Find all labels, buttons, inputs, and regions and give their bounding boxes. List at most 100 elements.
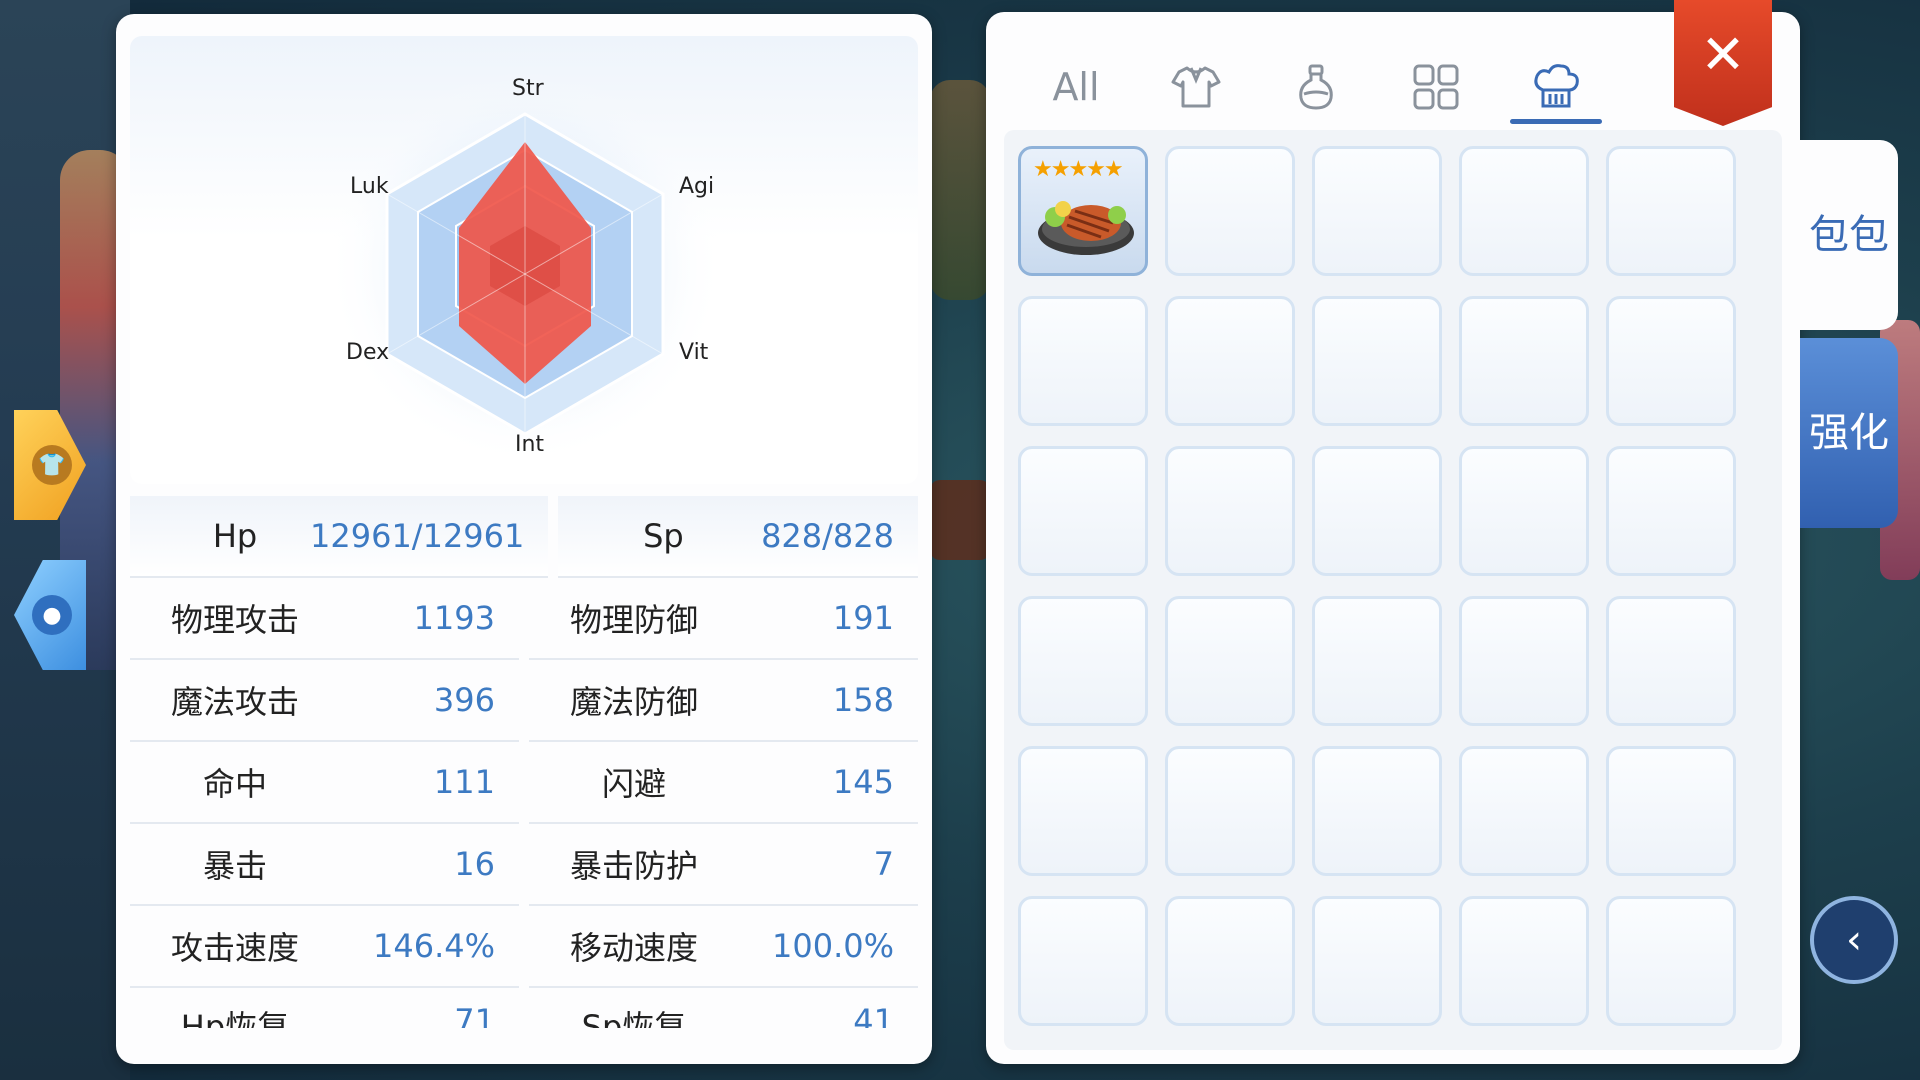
person-icon: ● [32, 595, 72, 635]
stat-value: 111 [433, 763, 495, 801]
stat-label: 物理防御 [569, 601, 698, 639]
back-button[interactable]: ‹ [1810, 896, 1898, 984]
inventory-slot-empty[interactable] [1312, 746, 1442, 876]
inventory-slot-empty[interactable] [1165, 146, 1295, 276]
stat-row: 魔法攻击 396 魔法防御 158 [130, 660, 918, 742]
inventory-slot-empty[interactable] [1459, 146, 1589, 276]
hp-sp-row: Hp 12961/12961 Sp 828/828 [130, 496, 918, 578]
stat-value: 145 [832, 763, 894, 801]
stat-label: Sp恢复 [581, 1008, 687, 1028]
stat-label: 闪避 [601, 765, 666, 803]
inventory-slot-empty[interactable] [1459, 446, 1589, 576]
tab-all[interactable]: All [1016, 52, 1136, 122]
tab-cooking[interactable] [1496, 52, 1616, 124]
inventory-slot-empty[interactable] [1018, 596, 1148, 726]
inventory-grid: ★★★★★ [1018, 146, 1736, 1026]
stat-label: 暴击 [202, 847, 267, 885]
inventory-slot-empty[interactable] [1606, 296, 1736, 426]
stat-label: 物理攻击 [170, 601, 299, 639]
side-tab-bag[interactable]: 包包 [1800, 140, 1898, 330]
inventory-slot-empty[interactable] [1018, 296, 1148, 426]
stat-value: 7 [873, 845, 894, 883]
shirt-icon [1171, 66, 1221, 108]
sp-label: Sp [643, 517, 684, 555]
stat-value: 71 [454, 1002, 495, 1028]
radar-label-int: Int [515, 432, 545, 457]
inventory-slot-empty[interactable] [1165, 896, 1295, 1026]
inventory-slot-empty[interactable] [1165, 596, 1295, 726]
shirt-icon: 👕 [32, 445, 72, 485]
inventory-slot-empty[interactable] [1312, 896, 1442, 1026]
inventory-slot-empty[interactable] [1165, 296, 1295, 426]
inventory-grid-area: ★★★★★ [1004, 130, 1782, 1050]
stat-label: 移动速度 [569, 929, 698, 967]
inventory-slot-empty[interactable] [1312, 296, 1442, 426]
close-button[interactable]: ✕ [1674, 0, 1772, 126]
radar-label-agi: Agi [679, 174, 715, 199]
stat-row-partial: Hp恢复 71 Sp恢复 41 [130, 988, 918, 1028]
stat-value: 396 [433, 681, 495, 719]
stat-row: 攻击速度 146.4% 移动速度 100.0% [130, 906, 918, 988]
inventory-slot-steak[interactable]: ★★★★★ [1018, 146, 1148, 276]
inventory-slot-empty[interactable] [1018, 446, 1148, 576]
sp-cell: Sp 828/828 [558, 496, 918, 578]
hp-value: 12961/12961 [310, 517, 525, 555]
background-npc [930, 80, 990, 300]
stat-row: 物理攻击 1193 物理防御 191 [130, 578, 918, 660]
chef-hat-icon [1534, 64, 1579, 108]
close-icon: ✕ [1700, 22, 1746, 86]
stat-row: 命中 111 闪避 145 [130, 742, 918, 824]
rarity-stars: ★★★★★ [1033, 157, 1124, 182]
tab-consumables[interactable] [1256, 52, 1376, 122]
background-barrel [930, 480, 990, 560]
stats-table: Hp 12961/12961 Sp 828/828 物理攻击 1193 物理防御 1… [130, 496, 918, 1028]
tab-equipment[interactable] [1136, 52, 1256, 122]
radar-label-str: Str [512, 76, 544, 101]
stat-value: 146.4% [372, 927, 495, 965]
inventory-slot-empty[interactable] [1459, 596, 1589, 726]
character-side-tab[interactable]: ● [14, 560, 86, 670]
inventory-slot-empty[interactable] [1312, 596, 1442, 726]
radar-label-vit: Vit [679, 340, 709, 365]
stat-label: 魔法攻击 [170, 683, 299, 721]
stats-panel: Str Agi Vit Int Dex Luk Hp 12961/12961 S… [116, 14, 932, 1064]
stat-label: 魔法防御 [569, 683, 698, 721]
stat-value: 100.0% [771, 927, 894, 965]
inventory-slot-empty[interactable] [1606, 896, 1736, 1026]
inventory-slot-empty[interactable] [1459, 296, 1589, 426]
stat-label: 攻击速度 [170, 929, 299, 967]
inventory-slot-empty[interactable] [1606, 596, 1736, 726]
stat-value: 158 [832, 681, 894, 719]
equipment-side-tab[interactable]: 👕 [14, 410, 86, 520]
stat-label: 暴击防护 [569, 847, 698, 885]
stat-value: 16 [454, 845, 495, 883]
stat-label: 命中 [202, 765, 267, 803]
steak-icon [1038, 201, 1134, 255]
chevron-left-icon: ‹ [1846, 917, 1862, 963]
inventory-slot-empty[interactable] [1459, 746, 1589, 876]
inventory-slot-empty[interactable] [1312, 146, 1442, 276]
side-tab-enhance[interactable]: 强化 [1800, 338, 1898, 528]
inventory-slot-empty[interactable] [1018, 746, 1148, 876]
stat-value: 191 [832, 599, 894, 637]
inventory-slot-empty[interactable] [1312, 446, 1442, 576]
grid-icon [1413, 64, 1459, 110]
inventory-slot-empty[interactable] [1459, 896, 1589, 1026]
radar-label-dex: Dex [346, 340, 390, 365]
stat-value: 41 [853, 1002, 894, 1028]
inventory-slot-empty[interactable] [1018, 896, 1148, 1026]
inventory-slot-empty[interactable] [1165, 746, 1295, 876]
inventory-slot-empty[interactable] [1606, 446, 1736, 576]
potion-icon [1299, 64, 1333, 110]
inventory-slot-empty[interactable] [1165, 446, 1295, 576]
radar-svg [325, 66, 725, 466]
inventory-slot-empty[interactable] [1606, 746, 1736, 876]
stat-row: 暴击 16 暴击防护 7 [130, 824, 918, 906]
bag-panel: All ★★★★★ [986, 12, 1800, 1064]
hp-cell: Hp 12961/12961 [130, 496, 549, 578]
inventory-slot-empty[interactable] [1606, 146, 1736, 276]
stat-value: 1193 [413, 599, 495, 637]
stat-label: Hp恢复 [180, 1008, 290, 1028]
tab-materials[interactable] [1376, 52, 1496, 122]
radar-chart: Str Agi Vit Int Dex Luk [130, 36, 918, 484]
